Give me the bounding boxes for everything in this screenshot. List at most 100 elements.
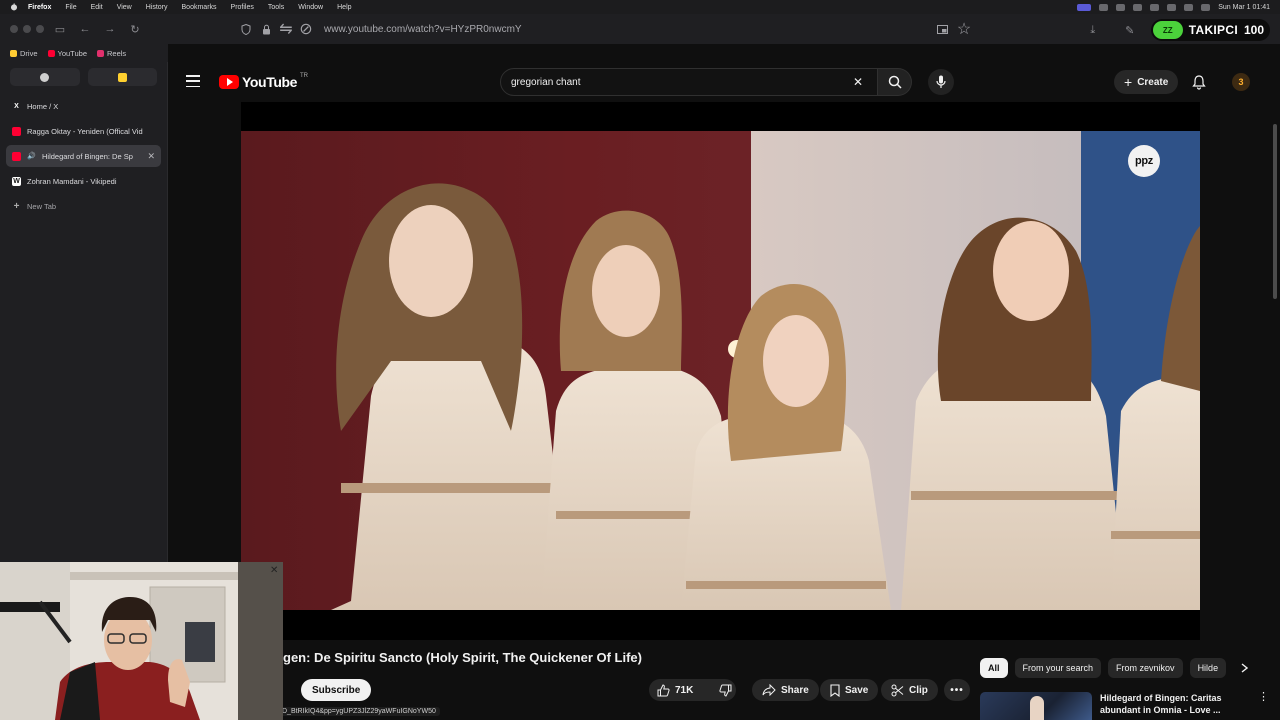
chip-all[interactable]: All [980, 658, 1008, 678]
video-actions: Subscribe 71K Share Save Clip ••• [168, 678, 970, 708]
recommendation-filter-chips: All From your search From zevnikov Hilde [980, 658, 1250, 680]
menu-window[interactable]: Window [298, 4, 323, 11]
screen: Firefox File Edit View History Bookmarks… [0, 0, 1280, 720]
menu-bookmarks[interactable]: Bookmarks [182, 4, 217, 11]
macos-menubar: Firefox File Edit View History Bookmarks… [0, 0, 1280, 14]
url-bar[interactable]: ⇋ ⊘ www.youtube.com/watch?v=HYzPR0nwcmY … [240, 19, 971, 39]
menu-help[interactable]: Help [337, 4, 351, 11]
youtube-play-icon [219, 75, 239, 89]
clip-button[interactable]: Clip [881, 679, 938, 701]
chips-next-chevron-icon[interactable] [1236, 659, 1252, 677]
menu-profiles[interactable]: Profiles [231, 4, 254, 11]
minimize-window-button[interactable] [23, 25, 31, 33]
back-icon[interactable]: ← [76, 20, 94, 38]
plus-icon: + [1124, 74, 1133, 90]
search-input[interactable]: gregorian chant ✕ [500, 68, 878, 96]
permissions-icon[interactable]: ⇋ [279, 21, 292, 38]
tab-home-x[interactable]: X Home / X [6, 95, 161, 117]
clear-search-icon[interactable]: ✕ [853, 75, 863, 89]
microphone-icon [936, 75, 946, 88]
lock-icon[interactable] [260, 23, 272, 35]
tab-hildegard[interactable]: 🔊 Hildegard of Bingen: De Sp ✕ [6, 145, 161, 167]
like-button[interactable]: 71K [649, 679, 701, 701]
chip-hildegard[interactable]: Hilde [1189, 658, 1227, 678]
like-dislike-group: 71K [649, 679, 736, 701]
menu-file[interactable]: File [65, 4, 76, 11]
sidebar-toggle-icon[interactable]: ▭ [51, 20, 69, 38]
plus-icon: + [13, 200, 20, 212]
menubar-clock[interactable]: Sun Mar 1 01:41 [1218, 4, 1270, 11]
scrollbar-thumb[interactable] [1273, 124, 1277, 299]
screen-record-icon[interactable] [1077, 3, 1092, 11]
bookmark-label: YouTube [57, 48, 87, 58]
tab-label: Home / X [27, 101, 59, 111]
webcam-close-icon[interactable]: ✕ [270, 566, 280, 576]
youtube-icon [12, 151, 21, 161]
forward-icon[interactable]: → [101, 20, 119, 38]
chip-from-your-search[interactable]: From your search [1014, 658, 1102, 678]
new-tab-button[interactable]: + New Tab [6, 195, 161, 217]
tab-zohran-mamdani[interactable]: W Zohran Mamdani - Vikipedi [6, 170, 161, 192]
close-window-button[interactable] [10, 25, 18, 33]
recommended-thumbnail[interactable] [980, 692, 1092, 720]
recommended-video[interactable]: Hildegard of Bingen: Caritas abundant in… [980, 692, 1270, 720]
tab-label: Hildegard of Bingen: De Sp [42, 151, 133, 161]
close-tab-icon[interactable]: ✕ [147, 151, 155, 162]
save-button[interactable]: Save [820, 679, 879, 701]
bookmark-star-icon[interactable]: ☆ [957, 21, 971, 38]
search-icon [888, 75, 902, 89]
youtube-icon [47, 49, 55, 57]
url-text[interactable]: www.youtube.com/watch?v=HYzPR0nwcmY [324, 24, 522, 35]
tab-ragga-oktay[interactable]: Ragga Oktay - Yeniden (Offical Vid [6, 120, 161, 142]
menu-view[interactable]: View [117, 4, 132, 11]
page-scrollbar[interactable] [1273, 124, 1278, 299]
subscribe-button[interactable]: Subscribe [301, 679, 372, 701]
recommended-title[interactable]: Hildegard of Bingen: Caritas abundant in… [1100, 692, 1250, 720]
more-horizontal-icon: ••• [950, 684, 964, 696]
reload-icon[interactable]: ↻ [126, 20, 144, 38]
choir-video-scene [331, 131, 1200, 610]
status-icon[interactable] [1099, 3, 1109, 11]
battery-icon[interactable] [1167, 3, 1177, 11]
more-actions-button[interactable]: ••• [944, 679, 970, 701]
downloads-icon[interactable]: ⤓ [1084, 21, 1102, 39]
bookmark-youtube[interactable]: YouTube [47, 48, 87, 58]
channel-watermark[interactable]: ppz [1128, 145, 1160, 177]
bookmark-drive[interactable]: Drive [10, 49, 38, 58]
search-icon[interactable] [1184, 3, 1194, 11]
zoom-window-button[interactable] [36, 25, 44, 33]
miro-icon [117, 72, 127, 82]
no-autoplay-icon[interactable]: ⊘ [299, 21, 312, 38]
menu-history[interactable]: History [146, 4, 168, 11]
speaker-icon[interactable]: 🔊 [27, 152, 36, 161]
apple-icon[interactable] [10, 3, 18, 11]
menu-edit[interactable]: Edit [91, 4, 103, 11]
video-frame[interactable]: ppz [241, 131, 1200, 610]
youtube-logo[interactable]: YouTube TR [219, 73, 308, 90]
pinned-tab-chatgpt[interactable] [10, 68, 80, 86]
chip-from-zevnikov[interactable]: From zevnikov [1108, 658, 1183, 678]
pinned-tab-miro[interactable] [87, 68, 157, 86]
account-avatar[interactable]: 3 [1232, 73, 1250, 91]
extensions-icon[interactable]: ✎ [1121, 21, 1139, 39]
menu-icon[interactable] [186, 75, 200, 87]
menu-app-firefox[interactable]: Firefox [28, 4, 51, 11]
takipci-extension[interactable]: ZZ TAKIPCI 100 [1150, 19, 1270, 41]
menu-tools[interactable]: Tools [268, 4, 284, 11]
share-icon [762, 684, 776, 696]
bookmark-reels[interactable]: Reels [97, 49, 126, 58]
voice-search-button[interactable] [928, 69, 954, 95]
search-button[interactable] [878, 68, 912, 96]
picture-in-picture-icon[interactable] [936, 23, 948, 35]
create-button[interactable]: + Create [1114, 70, 1179, 94]
shield-icon[interactable] [240, 23, 252, 35]
dislike-button[interactable] [711, 679, 740, 701]
wifi-icon[interactable] [1150, 3, 1160, 11]
notifications-bell-icon[interactable] [1190, 73, 1208, 91]
more-vertical-icon[interactable]: ⋮ [1258, 692, 1269, 720]
video-player[interactable]: ppz [241, 102, 1200, 640]
status-icon[interactable] [1133, 3, 1143, 11]
status-icon[interactable] [1116, 3, 1126, 11]
share-button[interactable]: Share [752, 679, 819, 701]
control-center-icon[interactable] [1201, 3, 1211, 11]
